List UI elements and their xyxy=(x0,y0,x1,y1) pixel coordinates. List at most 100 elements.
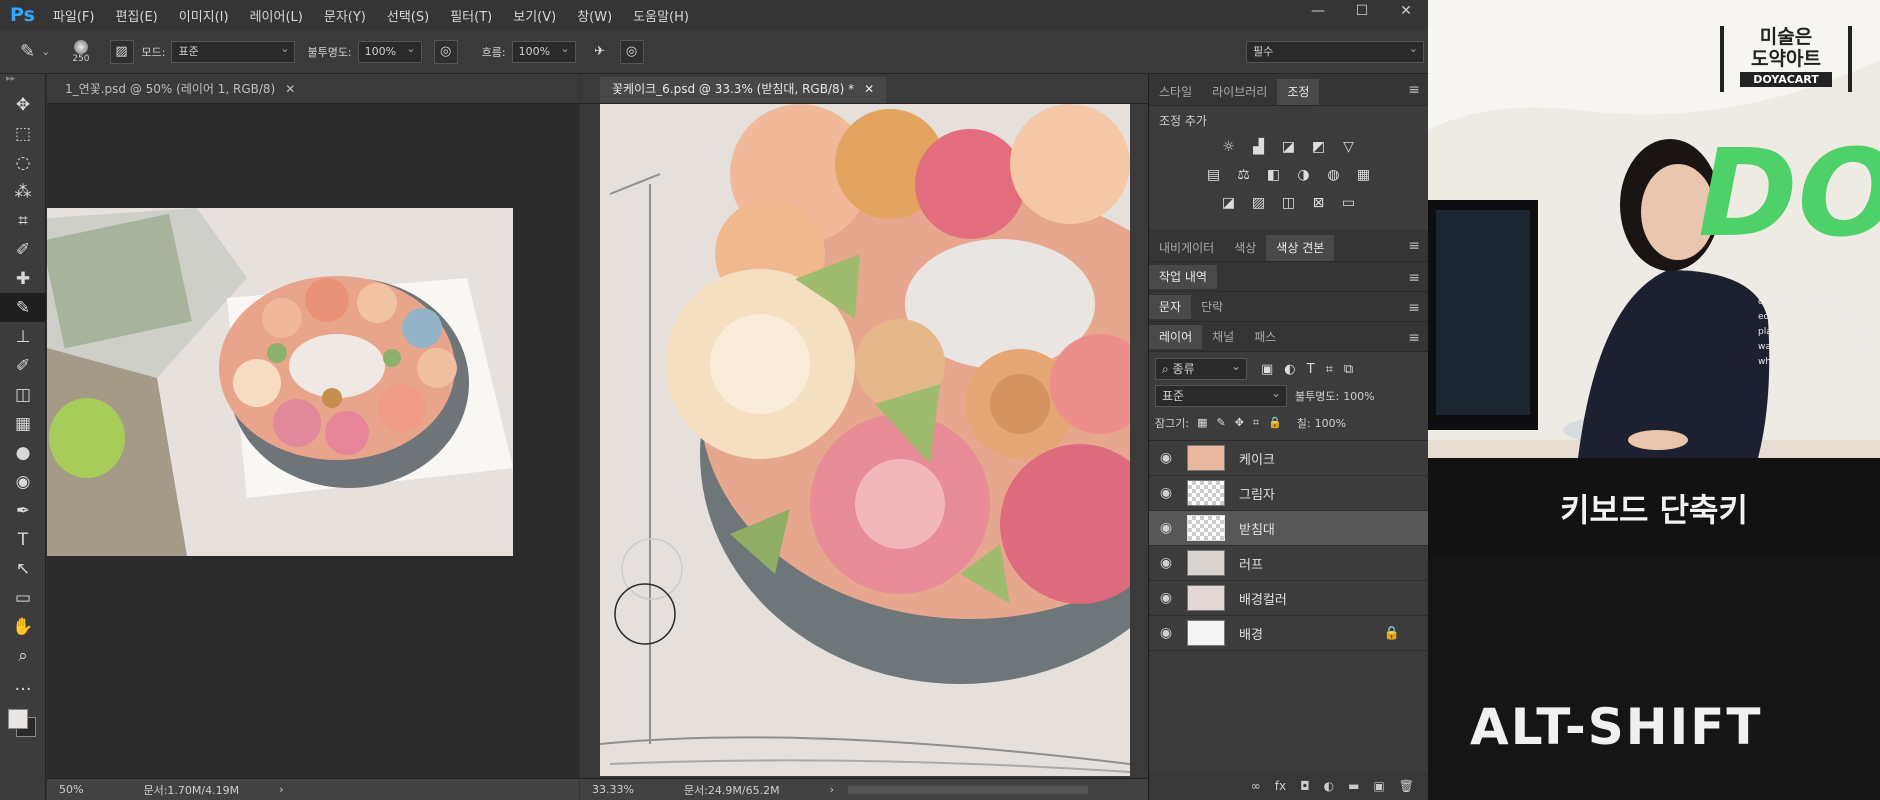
horizontal-scrollbar[interactable] xyxy=(847,785,1088,794)
eye-icon[interactable]: ◉ xyxy=(1149,590,1183,606)
document-tab-1[interactable]: 1_연꽃.psd @ 50% (레이어 1, RGB/8) ✕ xyxy=(53,77,308,103)
eyedropper-tool[interactable]: ✐ xyxy=(0,235,46,264)
lock-icons[interactable]: ▦✎✥⌗🔒 xyxy=(1197,416,1291,430)
pen-tool[interactable]: ✒ xyxy=(0,496,46,525)
eye-icon[interactable]: ◉ xyxy=(1149,625,1183,641)
filter-type-icons[interactable]: ▣◐T⌗⧉ xyxy=(1261,362,1364,377)
hand-tool[interactable]: ✋ xyxy=(0,612,46,641)
tab-styles[interactable]: 스타일 xyxy=(1149,79,1202,105)
tab-paths[interactable]: 패스 xyxy=(1244,325,1286,349)
threshold-icon[interactable]: ◫ xyxy=(1278,193,1300,213)
dodge-tool[interactable]: ◉ xyxy=(0,467,46,496)
layer-row[interactable]: ◉ 배경컬러 xyxy=(1149,581,1428,616)
link-layers-icon[interactable]: ∞ xyxy=(1251,779,1261,793)
rectangle-tool[interactable]: ▭ xyxy=(0,583,46,612)
menu-window[interactable]: 창(W) xyxy=(577,6,612,25)
menu-filter[interactable]: 필터(T) xyxy=(450,6,492,25)
adjustment-layer-icon[interactable]: ◐ xyxy=(1324,779,1334,793)
bw-icon[interactable]: ◑ xyxy=(1293,165,1315,185)
close-button[interactable]: ✕ xyxy=(1384,0,1428,24)
tab-channels[interactable]: 채널 xyxy=(1202,325,1244,349)
levels-icon[interactable]: ▟ xyxy=(1248,137,1270,157)
gradient-triangle-icon[interactable]: ▽ xyxy=(1338,137,1360,157)
vertical-scrollbar[interactable] xyxy=(1130,104,1148,778)
new-group-icon[interactable]: ▬ xyxy=(1348,779,1359,793)
menu-help[interactable]: 도움말(H) xyxy=(633,6,689,25)
history-brush-tool[interactable]: ✐ xyxy=(0,351,46,380)
close-icon[interactable]: ✕ xyxy=(864,82,874,96)
panel-menu-icon[interactable]: ≡ xyxy=(1408,270,1420,286)
crop-tool[interactable]: ⌗ xyxy=(0,206,46,235)
selective-color-icon[interactable]: ⊠ xyxy=(1308,193,1330,213)
zoom-level-1[interactable]: 50% xyxy=(59,783,83,796)
vibrance-icon[interactable]: ▤ xyxy=(1203,165,1225,185)
tab-navigator[interactable]: 내비게이터 xyxy=(1149,235,1224,261)
eye-icon[interactable]: ◉ xyxy=(1149,450,1183,466)
tab-layers[interactable]: 레이어 xyxy=(1149,324,1203,349)
menu-select[interactable]: 선택(S) xyxy=(387,6,429,25)
clone-stamp-tool[interactable]: ⊥ xyxy=(0,322,46,351)
mode-dropdown[interactable]: 표준 xyxy=(171,39,296,63)
exposure-icon[interactable]: ◩ xyxy=(1308,137,1330,157)
gradient-tool[interactable]: ▦ xyxy=(0,409,46,438)
move-tool[interactable]: ✥ xyxy=(0,90,46,119)
menu-type[interactable]: 문자(Y) xyxy=(324,6,366,25)
brush-tool-preset[interactable]: ✎ ⌄ xyxy=(20,41,50,62)
eye-icon[interactable]: ◉ xyxy=(1149,520,1183,536)
layer-row[interactable]: ◉ 러프 xyxy=(1149,546,1428,581)
channel-mixer-icon[interactable]: ▦ xyxy=(1353,165,1375,185)
path-selection-tool[interactable]: ↖ xyxy=(0,554,46,583)
panel-menu-icon[interactable]: ≡ xyxy=(1408,330,1420,346)
layer-filter-dropdown[interactable]: ⌕ 종류 xyxy=(1155,356,1247,380)
toolbar-grip[interactable]: ▸▸ xyxy=(0,74,45,90)
brush-tool[interactable]: ✎ xyxy=(0,293,46,322)
menu-image[interactable]: 이미지(I) xyxy=(179,6,229,25)
eraser-tool[interactable]: ◫ xyxy=(0,380,46,409)
document-tab-2[interactable]: 꽃케이크_6.psd @ 33.3% (받침대, RGB/8) * ✕ xyxy=(600,77,887,103)
layer-row[interactable]: ◉ 배경 🔒 xyxy=(1149,616,1428,651)
tab-swatches[interactable]: 색상 견본 xyxy=(1266,235,1335,261)
zoom-tool[interactable]: ⌕ xyxy=(0,641,46,670)
eye-icon[interactable]: ◉ xyxy=(1149,485,1183,501)
panel-menu-icon[interactable]: ≡ xyxy=(1408,82,1420,98)
quick-selection-tool[interactable]: ⁂ xyxy=(0,177,46,206)
brush-size-picker[interactable]: 250 xyxy=(72,39,90,64)
maximize-button[interactable]: ☐ xyxy=(1340,0,1384,24)
layer-row[interactable]: ◉ 케이크 xyxy=(1149,441,1428,476)
foreground-color-swatch[interactable] xyxy=(8,709,28,729)
tab-color[interactable]: 색상 xyxy=(1224,235,1266,261)
menu-layer[interactable]: 레이어(L) xyxy=(250,6,303,25)
airbrush-button[interactable]: ✈ xyxy=(588,40,612,64)
add-mask-icon[interactable]: ◘ xyxy=(1300,779,1310,793)
tab-paragraph[interactable]: 단락 xyxy=(1191,295,1233,319)
hue-sat-icon[interactable]: ⚖ xyxy=(1233,165,1255,185)
curves-icon[interactable]: ◪ xyxy=(1278,137,1300,157)
panel-menu-icon[interactable]: ≡ xyxy=(1408,300,1420,316)
fill-value[interactable]: 100% xyxy=(1315,417,1346,430)
canvas-area-1[interactable] xyxy=(47,104,579,778)
healing-brush-tool[interactable]: ✚ xyxy=(0,264,46,293)
eye-icon[interactable]: ◉ xyxy=(1149,555,1183,571)
layer-opacity-value[interactable]: 100% xyxy=(1343,390,1374,403)
edit-toolbar-button[interactable]: … xyxy=(0,670,46,699)
tab-character[interactable]: 문자 xyxy=(1149,294,1192,319)
color-balance-icon[interactable]: ◧ xyxy=(1263,165,1285,185)
zoom-level-2[interactable]: 33.33% xyxy=(592,783,634,796)
tab-adjustments[interactable]: 조정 xyxy=(1277,79,1320,105)
menu-view[interactable]: 보기(V) xyxy=(513,6,556,25)
doc-info-1[interactable]: 문서:1.70M/4.19M xyxy=(143,782,239,798)
brush-panel-button[interactable]: ▨ xyxy=(109,39,134,64)
minimize-button[interactable]: — xyxy=(1296,0,1340,24)
doc-info-2[interactable]: 문서:24.9M/65.2M xyxy=(684,782,780,798)
pressure-opacity-button[interactable]: ◎ xyxy=(433,39,458,64)
photo-filter-icon[interactable]: ◍ xyxy=(1323,165,1345,185)
blend-mode-dropdown[interactable]: 표준 xyxy=(1155,383,1287,407)
flower-cake-canvas[interactable] xyxy=(600,104,1130,776)
brightness-icon[interactable]: ☼ xyxy=(1218,137,1240,157)
delete-layer-icon[interactable]: 🗑 xyxy=(1399,779,1414,793)
type-tool[interactable]: T xyxy=(0,525,46,554)
pressure-size-button[interactable]: ◎ xyxy=(619,39,644,64)
menu-edit[interactable]: 편집(E) xyxy=(115,6,157,25)
flow-input[interactable]: 100% xyxy=(511,39,576,63)
panel-menu-icon[interactable]: ≡ xyxy=(1408,238,1420,254)
